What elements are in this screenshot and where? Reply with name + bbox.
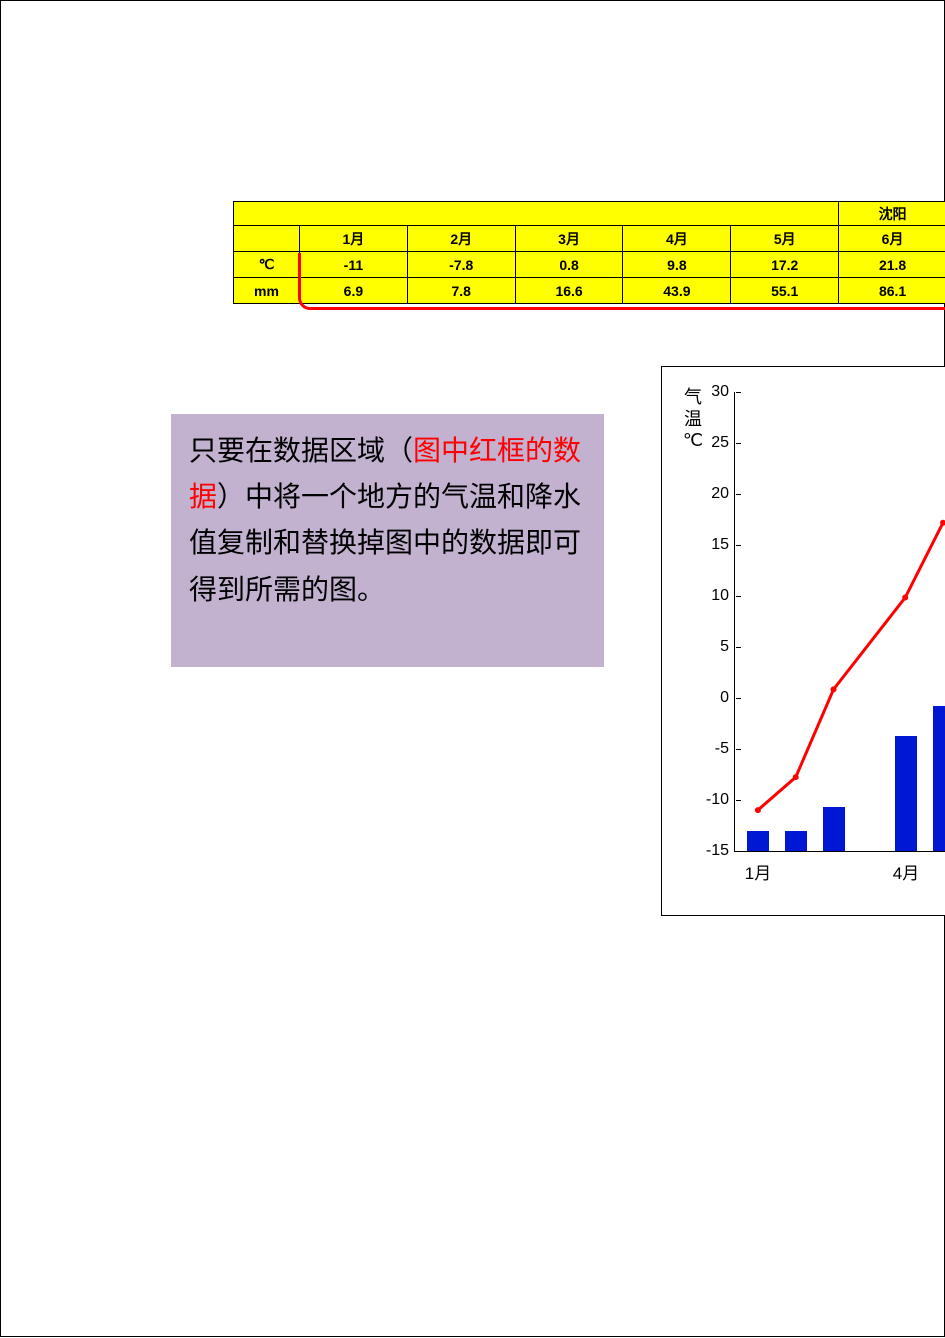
y-axis-title-line: 温	[684, 409, 702, 429]
ytick: 0	[720, 689, 735, 707]
cell[interactable]: -7.8	[407, 252, 515, 278]
plot-area: 30 25 20 15 10 5 0 -5 -10 -15 1月 4月	[734, 392, 945, 852]
cell[interactable]: 7.8	[407, 278, 515, 304]
cell[interactable]: 21.8	[839, 252, 945, 278]
table-title-spacer	[234, 202, 839, 226]
temperature-line	[735, 392, 945, 851]
ytick: 5	[720, 638, 735, 656]
col-header: 6月	[839, 226, 945, 252]
col-header: 4月	[623, 226, 731, 252]
cell[interactable]: 55.1	[731, 278, 839, 304]
cell[interactable]: 0.8	[515, 252, 623, 278]
cell[interactable]: 16.6	[515, 278, 623, 304]
ytick: 15	[711, 536, 735, 554]
ytick: -15	[706, 842, 735, 860]
cell[interactable]: 43.9	[623, 278, 731, 304]
ytick: 25	[711, 434, 735, 452]
cell[interactable]: 9.8	[623, 252, 731, 278]
y-axis-title-line: 气	[684, 387, 702, 407]
data-table-container: 沈阳 1月 2月 3月 4月 5月 6月 ℃ -11 -7.8 0.8 9.8 …	[233, 201, 945, 304]
ytick: 10	[711, 587, 735, 605]
row-label-precip: mm	[234, 278, 300, 304]
cell[interactable]: 17.2	[731, 252, 839, 278]
ytick: 20	[711, 485, 735, 503]
cell[interactable]: 6.9	[300, 278, 408, 304]
table-header-blank	[234, 226, 300, 252]
table-title-row: 沈阳	[234, 202, 945, 226]
xtick: 4月	[893, 851, 919, 884]
cell[interactable]: -11	[300, 252, 408, 278]
cell[interactable]: 86.1	[839, 278, 945, 304]
col-header: 5月	[731, 226, 839, 252]
precipitation-row: mm 6.9 7.8 16.6 43.9 55.1 86.1	[234, 278, 945, 304]
ytick: -5	[715, 740, 735, 758]
instruction-text-post: ）中将一个地方的气温和降水值复制和替换掉图中的数据即可得到所需的图。	[189, 481, 581, 604]
xtick: 1月	[745, 851, 771, 884]
ytick: -10	[706, 791, 735, 809]
ytick: 30	[711, 383, 735, 401]
climate-data-table: 沈阳 1月 2月 3月 4月 5月 6月 ℃ -11 -7.8 0.8 9.8 …	[233, 201, 945, 304]
instruction-box: 只要在数据区域（图中红框的数据）中将一个地方的气温和降水值复制和替换掉图中的数据…	[171, 414, 604, 667]
temperature-row: ℃ -11 -7.8 0.8 9.8 17.2 21.8	[234, 252, 945, 278]
y-axis-title: 气 温 ℃	[682, 387, 704, 452]
col-header: 2月	[407, 226, 515, 252]
climate-chart: 气 温 ℃ 30 25 20 15 10 5 0 -5 -10 -15	[661, 366, 945, 916]
col-header: 1月	[300, 226, 408, 252]
table-city-title: 沈阳	[839, 202, 945, 226]
y-axis-title-line: ℃	[683, 430, 703, 450]
row-label-temp: ℃	[234, 252, 300, 278]
table-header-row: 1月 2月 3月 4月 5月 6月	[234, 226, 945, 252]
col-header: 3月	[515, 226, 623, 252]
instruction-text-pre: 只要在数据区域（	[189, 435, 413, 466]
